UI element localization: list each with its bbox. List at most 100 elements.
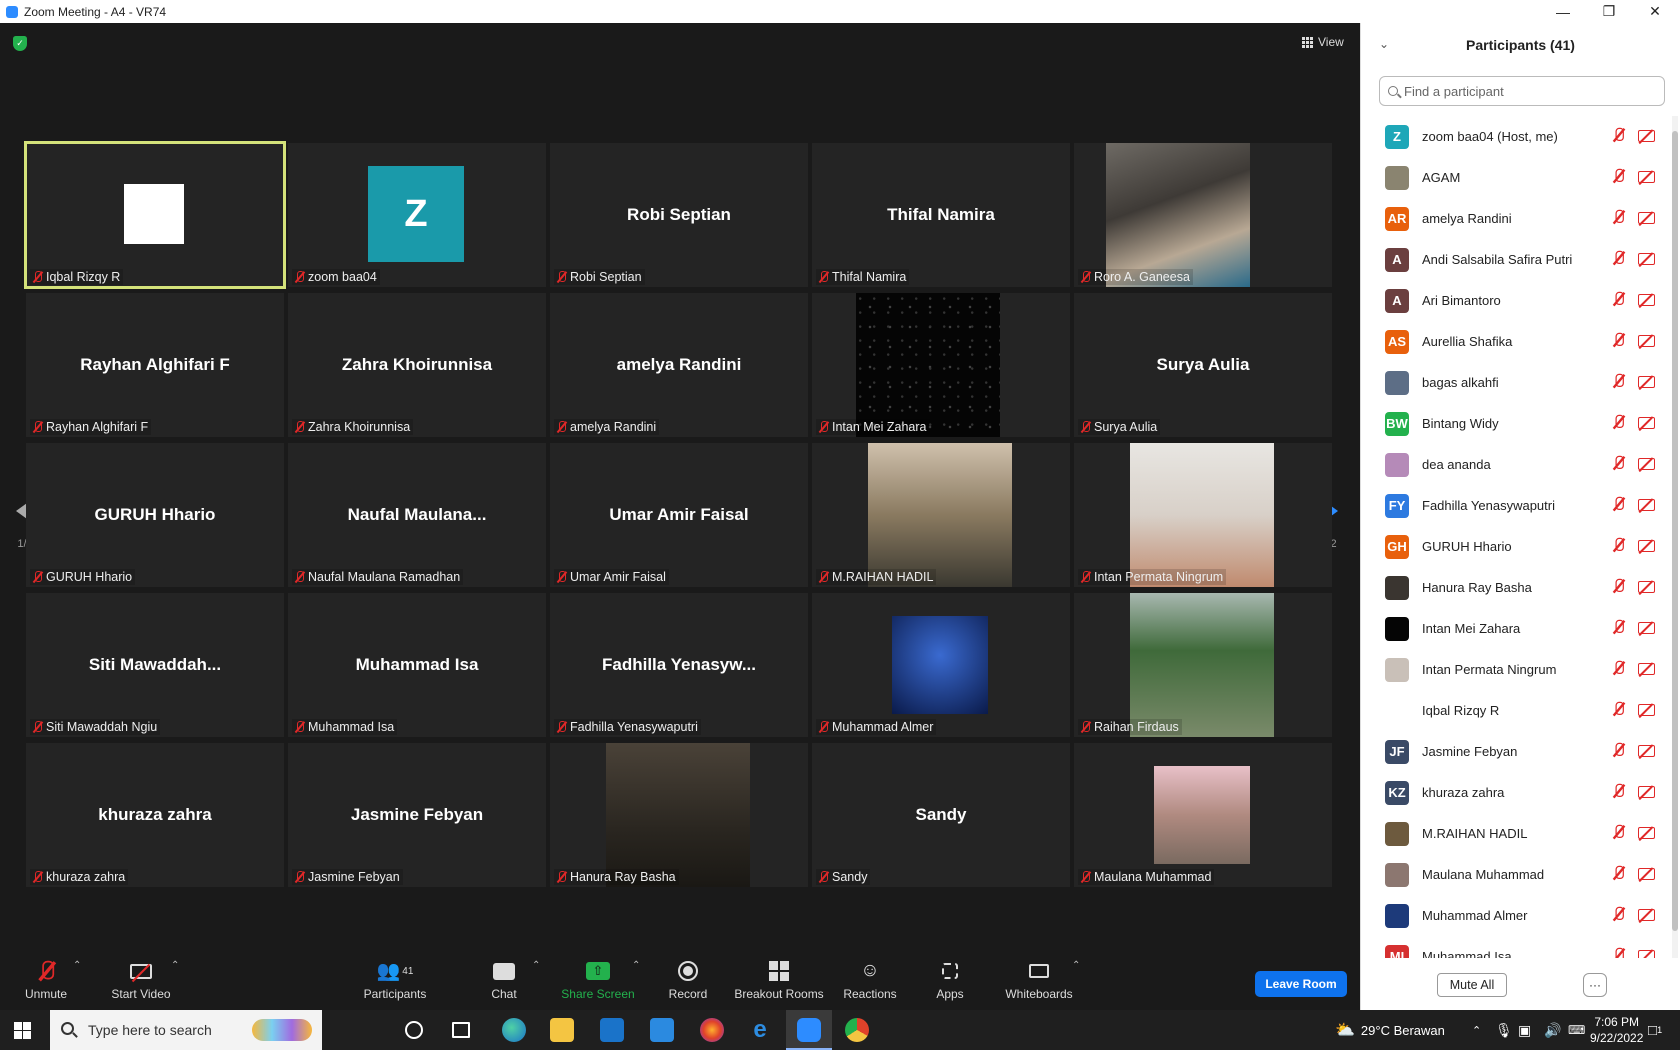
mic-muted-icon[interactable] xyxy=(1614,906,1628,924)
mic-muted-icon[interactable] xyxy=(1614,824,1628,842)
video-tile[interactable]: Raihan Firdaus xyxy=(1074,593,1332,737)
participant-row[interactable]: Intan Permata Ningrum xyxy=(1361,649,1671,690)
video-off-icon[interactable] xyxy=(1638,786,1655,798)
more-options-button[interactable]: ··· xyxy=(1583,973,1607,997)
participant-row[interactable]: BW Bintang Widy xyxy=(1361,403,1671,444)
video-tile[interactable]: Zzoom baa04 xyxy=(288,143,546,287)
mic-muted-icon[interactable] xyxy=(1614,701,1628,719)
video-off-icon[interactable] xyxy=(1638,827,1655,839)
apps-button[interactable]: Apps xyxy=(930,958,970,1001)
video-tile[interactable]: Muhammad Isa Muhammad Isa xyxy=(288,593,546,737)
encryption-shield-icon[interactable]: ✓ xyxy=(13,36,27,51)
participant-row[interactable]: JF Jasmine Febyan xyxy=(1361,731,1671,772)
view-button[interactable]: View xyxy=(1302,35,1344,49)
mic-muted-icon[interactable] xyxy=(1614,742,1628,760)
mic-muted-icon[interactable] xyxy=(1614,373,1628,391)
participant-row[interactable]: Intan Mei Zahara xyxy=(1361,608,1671,649)
video-tile[interactable]: Naufal Maulana... Naufal Maulana Ramadhan xyxy=(288,443,546,587)
whiteboards-button[interactable]: Whiteboards xyxy=(1002,958,1076,1001)
internet-explorer-icon[interactable]: e xyxy=(748,1018,772,1042)
leave-room-button[interactable]: Leave Room xyxy=(1255,971,1347,997)
video-off-icon[interactable] xyxy=(1638,458,1655,470)
mic-muted-icon[interactable] xyxy=(1614,209,1628,227)
mute-all-button[interactable]: Mute All xyxy=(1437,973,1507,997)
participant-row[interactable]: AGAM xyxy=(1361,157,1671,198)
reactions-button[interactable]: ☺ Reactions xyxy=(842,958,898,1001)
participant-row[interactable]: bagas alkahfi xyxy=(1361,362,1671,403)
video-tile[interactable]: Fadhilla Yenasyw... Fadhilla Yenasywaputr… xyxy=(550,593,808,737)
mic-muted-icon[interactable] xyxy=(1614,496,1628,514)
restore-icon[interactable]: ❐ xyxy=(1586,0,1632,23)
close-icon[interactable]: ✕ xyxy=(1632,0,1678,23)
participant-row[interactable]: AR amelya Randini xyxy=(1361,198,1671,239)
participant-row[interactable]: M.RAIHAN HADIL xyxy=(1361,813,1671,854)
record-button[interactable]: Record xyxy=(666,958,710,1001)
video-tile[interactable]: amelya Randini amelya Randini xyxy=(550,293,808,437)
mic-muted-icon[interactable] xyxy=(1614,578,1628,596)
mail-icon[interactable] xyxy=(650,1018,674,1042)
participant-row[interactable]: Iqbal Rizqy R xyxy=(1361,690,1671,731)
mic-muted-icon[interactable] xyxy=(1614,127,1628,145)
mic-muted-icon[interactable] xyxy=(1614,414,1628,432)
participant-row[interactable]: MI Muhammad Isa xyxy=(1361,936,1671,958)
video-tile[interactable]: Siti Mawaddah... Siti Mawaddah Ngiu xyxy=(26,593,284,737)
video-off-icon[interactable] xyxy=(1638,212,1655,224)
show-hidden-icons-icon[interactable]: ⌃ xyxy=(1472,1010,1481,1050)
video-tile[interactable]: Sandy Sandy xyxy=(812,743,1070,887)
video-options-caret-icon[interactable]: ⌃ xyxy=(171,960,179,971)
video-off-icon[interactable] xyxy=(1638,909,1655,921)
participants-button[interactable]: 👥 41 Participants xyxy=(360,958,430,1001)
participant-row[interactable]: Muhammad Almer xyxy=(1361,895,1671,936)
mic-muted-icon[interactable] xyxy=(1614,455,1628,473)
participant-list-scrollbar[interactable] xyxy=(1672,116,1678,958)
chrome-icon[interactable] xyxy=(845,1018,869,1042)
task-view-icon[interactable] xyxy=(452,1022,470,1038)
network-icon[interactable]: ▣ xyxy=(1518,1010,1531,1050)
microphone-tray-icon[interactable]: 🎙 xyxy=(1495,1010,1513,1050)
participant-row[interactable]: Maulana Muhammad xyxy=(1361,854,1671,895)
mic-muted-icon[interactable] xyxy=(1614,291,1628,309)
video-off-icon[interactable] xyxy=(1638,950,1655,958)
video-tile[interactable]: Hanura Ray Basha xyxy=(550,743,808,887)
mic-muted-icon[interactable] xyxy=(1614,168,1628,186)
keyboard-icon[interactable]: ⌨ xyxy=(1568,1010,1585,1050)
file-explorer-icon[interactable] xyxy=(550,1018,574,1042)
mic-muted-icon[interactable] xyxy=(1614,250,1628,268)
video-off-icon[interactable] xyxy=(1638,868,1655,880)
video-tile[interactable]: M.RAIHAN HADIL xyxy=(812,443,1070,587)
participant-row[interactable]: AS Aurellia Shafika xyxy=(1361,321,1671,362)
mic-muted-icon[interactable] xyxy=(1614,660,1628,678)
video-off-icon[interactable] xyxy=(1638,130,1655,142)
video-off-icon[interactable] xyxy=(1638,294,1655,306)
windows-start-icon[interactable] xyxy=(14,1022,31,1039)
mic-muted-icon[interactable] xyxy=(1614,619,1628,637)
zoom-taskbar-button[interactable] xyxy=(786,1010,832,1050)
audio-options-caret-icon[interactable]: ⌃ xyxy=(73,960,81,971)
video-tile[interactable]: Iqbal Rizqy R xyxy=(24,141,286,289)
share-options-caret-icon[interactable]: ⌃ xyxy=(632,960,640,971)
share-screen-button[interactable]: ⇧ Share Screen xyxy=(560,958,636,1001)
participant-row[interactable]: A Ari Bimantoro xyxy=(1361,280,1671,321)
chat-button[interactable]: Chat xyxy=(484,958,524,1001)
video-tile[interactable]: Jasmine Febyan Jasmine Febyan xyxy=(288,743,546,887)
video-off-icon[interactable] xyxy=(1638,499,1655,511)
video-tile[interactable]: Umar Amir Faisal Umar Amir Faisal xyxy=(550,443,808,587)
video-off-icon[interactable] xyxy=(1638,376,1655,388)
video-off-icon[interactable] xyxy=(1638,745,1655,757)
video-off-icon[interactable] xyxy=(1638,417,1655,429)
participant-row[interactable]: Hanura Ray Basha xyxy=(1361,567,1671,608)
video-off-icon[interactable] xyxy=(1638,253,1655,265)
video-tile[interactable]: Roro A. Ganeesa xyxy=(1074,143,1332,287)
video-off-icon[interactable] xyxy=(1638,581,1655,593)
mic-muted-icon[interactable] xyxy=(1614,865,1628,883)
taskbar-search-box[interactable]: Type here to search xyxy=(50,1010,322,1050)
video-off-icon[interactable] xyxy=(1638,171,1655,183)
video-off-icon[interactable] xyxy=(1638,540,1655,552)
weather-widget[interactable]: ⛅ 29°C Berawan xyxy=(1335,1010,1445,1050)
video-tile[interactable]: khuraza zahra khuraza zahra xyxy=(26,743,284,887)
volume-icon[interactable]: 🔊 xyxy=(1544,1010,1561,1050)
mic-muted-icon[interactable] xyxy=(1614,332,1628,350)
video-tile[interactable]: Robi Septian Robi Septian xyxy=(550,143,808,287)
participant-row[interactable]: FY Fadhilla Yenasywaputri xyxy=(1361,485,1671,526)
breakout-rooms-button[interactable]: Breakout Rooms xyxy=(734,958,824,1001)
